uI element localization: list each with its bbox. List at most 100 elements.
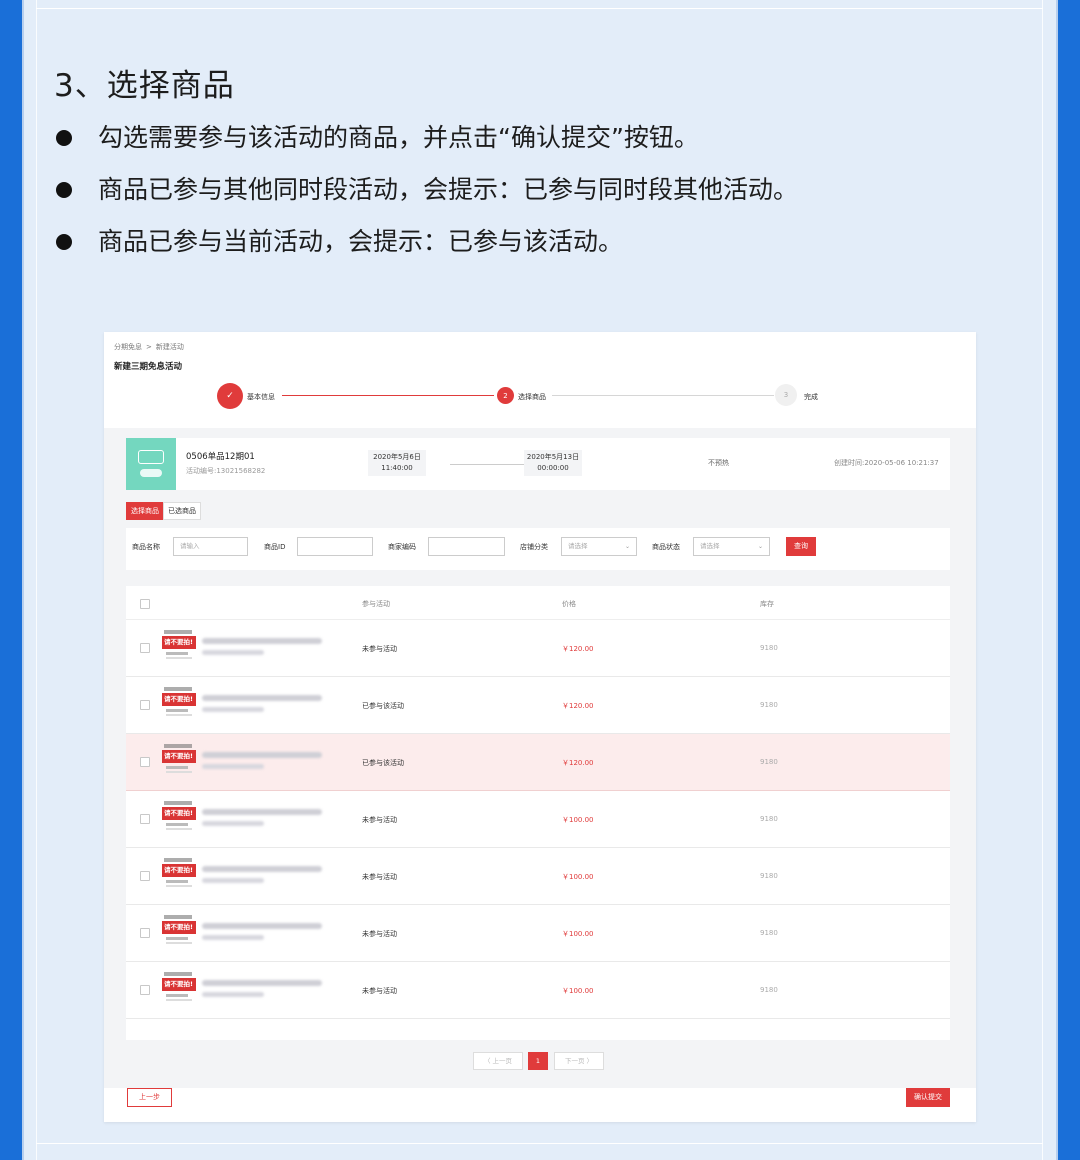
product-name-input[interactable]: 请输入	[173, 537, 248, 556]
coupon-icon	[126, 438, 176, 490]
shop-category-label: 店铺分类	[520, 543, 548, 551]
table-row[interactable]: 请不要拍! 未参与活动 ￥100.00 9180	[126, 962, 950, 1019]
breadcrumb-item[interactable]: 分期免息	[114, 343, 142, 351]
pagination-next[interactable]: 下一页 〉	[554, 1052, 604, 1070]
prev-step-button[interactable]: 上一步	[127, 1088, 172, 1107]
merchant-code-label: 商家编码	[388, 543, 416, 551]
stock: 9180	[760, 929, 778, 937]
activity-status: 未参与活动	[362, 816, 397, 824]
bullet-dot-icon	[56, 130, 72, 146]
product-id-input[interactable]	[297, 537, 373, 556]
stock: 9180	[760, 701, 778, 709]
activity-card: 0506单品12期01 活动编号:13021568282 2020年5月6日 1…	[126, 438, 950, 490]
activity-status: 已参与该活动	[362, 702, 404, 710]
row-checkbox[interactable]	[140, 700, 150, 710]
blurred-product-title	[202, 980, 322, 986]
column-header-price: 价格	[562, 600, 576, 608]
confirm-submit-button[interactable]: 确认提交	[906, 1088, 950, 1107]
chevron-down-icon: ⌄	[624, 543, 630, 550]
product-thumbnail: 请不要拍!	[162, 744, 196, 778]
activity-code: 活动编号:13021568282	[186, 467, 266, 475]
end-date: 2020年5月13日	[526, 453, 580, 461]
activity-status: 未参与活动	[362, 930, 397, 938]
product-status-value: 请选择	[700, 542, 720, 550]
pagination-prev[interactable]: 〈 上一页	[473, 1052, 523, 1070]
pagination-current-page[interactable]: 1	[528, 1052, 548, 1070]
step-connector	[552, 395, 774, 396]
shop-category-select[interactable]: 请选择 ⌄	[561, 537, 637, 556]
blurred-product-id	[202, 935, 264, 940]
blurred-product-title	[202, 695, 322, 701]
product-status-select[interactable]: 请选择 ⌄	[693, 537, 770, 556]
blurred-product-title	[202, 923, 322, 929]
page-title: 新建三期免息活动	[114, 362, 183, 372]
blurred-product-id	[202, 992, 264, 997]
row-checkbox[interactable]	[140, 985, 150, 995]
product-id-label: 商品ID	[264, 543, 286, 551]
table-row[interactable]: 请不要拍! 已参与该活动 ￥120.00 9180	[126, 734, 950, 791]
bullet-dot-icon	[56, 182, 72, 198]
table-row[interactable]: 请不要拍! 未参与活动 ￥100.00 9180	[126, 791, 950, 848]
blurred-product-title	[202, 809, 322, 815]
chevron-down-icon: ⌄	[757, 543, 763, 550]
blurred-product-id	[202, 878, 264, 883]
product-thumbnail: 请不要拍!	[162, 687, 196, 721]
select-all-checkbox[interactable]	[140, 599, 150, 609]
step-2-number: 2	[497, 387, 514, 404]
tab-selected-products[interactable]: 已选商品	[163, 502, 201, 520]
activity-status: 未参与活动	[362, 645, 397, 653]
column-header-stock: 库存	[760, 600, 774, 608]
stock: 9180	[760, 758, 778, 766]
thumbnail-text: 请不要拍!	[162, 807, 196, 820]
bullet-item: 商品已参与其他同时段活动，会提示：已参与同时段其他活动。	[54, 168, 798, 220]
row-checkbox[interactable]	[140, 757, 150, 767]
stock: 9180	[760, 644, 778, 652]
thumbnail-text: 请不要拍!	[162, 693, 196, 706]
bullet-text: 勾选需要参与该活动的商品，并点击“确认提交”按钮。	[98, 123, 699, 152]
table-row[interactable]: 请不要拍! 已参与该活动 ￥120.00 9180	[126, 677, 950, 734]
row-checkbox[interactable]	[140, 814, 150, 824]
table-row[interactable]: 请不要拍! 未参与活动 ￥100.00 9180	[126, 848, 950, 905]
price: ￥100.00	[562, 987, 594, 995]
stock: 9180	[760, 872, 778, 880]
price: ￥100.00	[562, 930, 594, 938]
panel-border-right	[1042, 0, 1043, 1160]
product-thumbnail: 请不要拍!	[162, 858, 196, 892]
thumbnail-text: 请不要拍!	[162, 978, 196, 991]
row-checkbox[interactable]	[140, 928, 150, 938]
step-3-number: 3	[775, 384, 797, 406]
blurred-product-id	[202, 764, 264, 769]
product-thumbnail: 请不要拍!	[162, 801, 196, 835]
activity-status: 未参与活动	[362, 873, 397, 881]
row-checkbox[interactable]	[140, 871, 150, 881]
query-button[interactable]: 查询	[786, 537, 816, 556]
created-time: 创建时间:2020-05-06 10:21:37	[834, 459, 939, 467]
bullet-item: 商品已参与当前活动，会提示：已参与该活动。	[54, 220, 798, 272]
preheat-status: 不预热	[708, 459, 729, 467]
table-row[interactable]: 请不要拍! 未参与活动 ￥120.00 9180	[126, 620, 950, 677]
bullet-text: 商品已参与当前活动，会提示：已参与该活动。	[98, 227, 624, 256]
row-checkbox[interactable]	[140, 643, 150, 653]
screenshot-select-products: 分期免息 > 新建活动 新建三期免息活动 ✓ 基本信息 2 选择商品 3 完成 05…	[104, 332, 976, 1122]
breadcrumb-separator: >	[146, 343, 152, 351]
product-thumbnail: 请不要拍!	[162, 915, 196, 949]
activity-status: 未参与活动	[362, 987, 397, 995]
tab-select-products[interactable]: 选择商品	[126, 502, 164, 520]
breadcrumb-item: 新建活动	[155, 343, 184, 351]
section-heading: 3、选择商品	[54, 68, 235, 104]
end-time: 00:00:00	[537, 464, 569, 472]
product-table: 参与活动 价格 库存 请不要拍! 未参与活动 ￥120.00 9180 请不要拍! 已参与…	[126, 586, 950, 1040]
price: ￥100.00	[562, 816, 594, 824]
bullet-item: 勾选需要参与该活动的商品，并点击“确认提交”按钮。	[54, 116, 798, 168]
table-row[interactable]: 请不要拍! 未参与活动 ￥100.00 9180	[126, 905, 950, 962]
merchant-code-input[interactable]	[428, 537, 505, 556]
step-1-check-icon: ✓	[217, 383, 243, 409]
price: ￥100.00	[562, 873, 594, 881]
breadcrumb: 分期免息 > 新建活动	[114, 342, 184, 352]
activity-status: 已参与该活动	[362, 759, 404, 767]
activity-name: 0506单品12期01	[186, 452, 255, 462]
panel-border-bottom	[36, 1143, 1043, 1144]
blurred-product-title	[202, 638, 322, 644]
column-header-activity: 参与活动	[362, 600, 390, 608]
start-date: 2020年5月6日	[373, 453, 421, 461]
